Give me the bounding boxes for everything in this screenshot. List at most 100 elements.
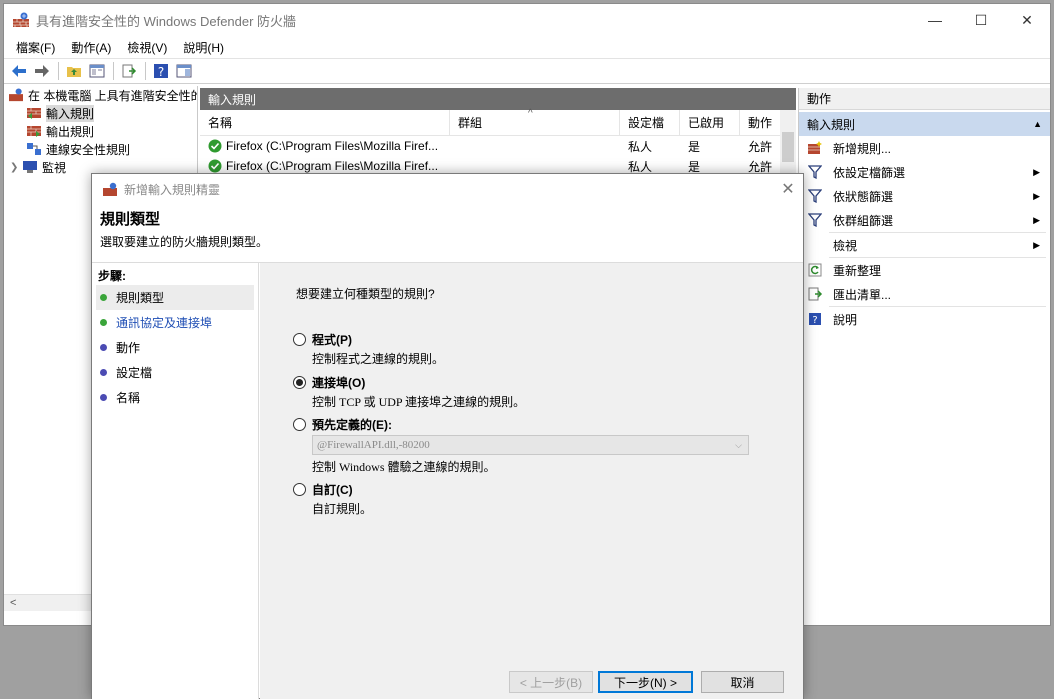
wizard-subheading: 選取要建立的防火牆規則類型。: [100, 235, 269, 249]
tree-item-label: 連線安全性規則: [46, 142, 131, 157]
help-icon: ?: [154, 64, 168, 79]
radio-port[interactable]: [293, 376, 306, 389]
column-header-name[interactable]: 名稱: [200, 110, 450, 135]
tree-item-outbound-rules[interactable]: 輸出規則: [4, 122, 197, 140]
back-button[interactable]: [8, 60, 30, 82]
tree-root[interactable]: 在 本機電腦 上具有進階安全性的: [4, 86, 197, 104]
menu-file[interactable]: 檔案(F): [8, 39, 63, 56]
tree-item-connection-security[interactable]: 連線安全性規則: [4, 140, 197, 158]
menu-action[interactable]: 動作(A): [63, 39, 119, 56]
action-new-rule[interactable]: 新增規則...: [799, 136, 1050, 160]
back-step-button[interactable]: < 上一步(B): [509, 671, 593, 693]
forward-arrow-icon: [35, 65, 49, 77]
window-title: 具有進階安全性的 Windows Defender 防火牆: [36, 13, 297, 29]
column-header-profile[interactable]: 設定檔: [620, 110, 680, 135]
action-help[interactable]: ? 說明: [799, 307, 1050, 331]
option-custom[interactable]: 自訂(C) 自訂規則。: [293, 481, 372, 517]
scroll-thumb[interactable]: [782, 132, 794, 162]
rule-profile: 私人: [628, 139, 653, 154]
step-protocol-and-ports[interactable]: 通訊協定及連接埠: [96, 310, 254, 335]
column-header-action[interactable]: 動作: [740, 110, 780, 135]
action-filter-by-group[interactable]: 依群組篩選 ▶: [799, 208, 1050, 232]
action-export-list[interactable]: 匯出清單...: [799, 282, 1050, 306]
collapse-up-icon[interactable]: ▲: [1033, 119, 1042, 129]
option-description: 控制 Windows 體驗之連線的規則。: [312, 460, 496, 474]
step-label[interactable]: 通訊協定及連接埠: [116, 314, 212, 331]
up-folder-button[interactable]: [63, 60, 85, 82]
rule-enabled: 是: [688, 139, 701, 154]
menu-view[interactable]: 檢視(V): [119, 39, 175, 56]
action-label: 檢視: [833, 238, 858, 253]
option-predefined-desc-wrap: 控制 Windows 體驗之連線的規則。: [293, 456, 496, 475]
actions-header: 動作: [799, 88, 1050, 110]
show-hide-tree-button[interactable]: [86, 60, 108, 82]
forward-button[interactable]: [31, 60, 53, 82]
option-program[interactable]: 程式(P) 控制程式之連線的規則。: [293, 331, 444, 367]
radio-predefined[interactable]: [293, 418, 306, 431]
svg-text:?: ?: [812, 315, 817, 326]
action-label: 匯出清單...: [833, 287, 892, 302]
column-header-group[interactable]: 群組 ^: [450, 108, 620, 135]
close-button[interactable]: ✕: [1004, 4, 1050, 36]
column-header-label: 群組: [458, 116, 483, 130]
tree-item-inbound-rules[interactable]: 輸入規則: [4, 104, 197, 122]
actions-section-inbound-rules[interactable]: 輸入規則 ▲: [799, 112, 1050, 136]
column-header-enabled[interactable]: 已啟用: [680, 110, 740, 135]
wizard-header: 規則類型 選取要建立的防火牆規則類型。: [92, 204, 803, 263]
wizard-content: 想要建立何種類型的規則? 程式(P) 控制程式之連線的規則。 連接埠(O) 控制…: [260, 263, 803, 699]
table-row[interactable]: Firefox (C:\Program Files\Mozilla Firef.…: [200, 136, 796, 156]
rule-type-question: 想要建立何種類型的規則?: [296, 287, 435, 301]
firewall-icon: [13, 12, 29, 27]
step-pending-dot-icon: [100, 369, 107, 376]
cancel-button[interactable]: 取消: [701, 671, 784, 693]
option-predefined[interactable]: 預先定義的(E):: [293, 416, 392, 433]
radio-custom[interactable]: [293, 483, 306, 496]
svg-text:?: ?: [158, 65, 164, 79]
show-action-pane-button[interactable]: [173, 60, 195, 82]
back-arrow-icon: [12, 65, 26, 77]
step-label: 設定檔: [116, 366, 153, 380]
action-refresh[interactable]: 重新整理: [799, 258, 1050, 282]
step-label: 名稱: [116, 391, 141, 405]
step-pending-dot-icon: [100, 394, 107, 401]
option-description: 自訂規則。: [312, 502, 373, 516]
next-step-button[interactable]: 下一步(N) >: [598, 671, 693, 693]
maximize-button[interactable]: ☐: [958, 4, 1004, 36]
filter-icon: [807, 212, 823, 228]
tree-item-label: 輸出規則: [46, 124, 95, 139]
chevron-down-icon: ⌵: [735, 439, 742, 450]
action-view[interactable]: 檢視 ▶: [799, 233, 1050, 257]
step-profile: 設定檔: [96, 360, 254, 385]
option-label: 預先定義的(E):: [312, 418, 392, 432]
radio-program[interactable]: [293, 333, 306, 346]
rule-name: Firefox (C:\Program Files\Mozilla Firef.…: [226, 139, 439, 153]
step-label: 規則類型: [116, 291, 165, 305]
help-icon: ?: [807, 311, 823, 327]
action-filter-by-profile[interactable]: 依設定檔篩選 ▶: [799, 160, 1050, 184]
help-button[interactable]: ?: [150, 60, 172, 82]
action-label: 新增規則...: [833, 141, 892, 156]
steps-title: 步驟:: [98, 269, 126, 283]
scroll-left-icon[interactable]: <: [10, 597, 16, 609]
option-label: 連接埠(O): [312, 376, 366, 390]
predefined-rule-value: @FirewallAPI.dll,-80200: [317, 439, 430, 451]
new-rule-icon: [807, 140, 823, 156]
tree-item-label: 監視: [42, 160, 67, 175]
option-port[interactable]: 連接埠(O) 控制 TCP 或 UDP 連接埠之連線的規則。: [293, 374, 525, 410]
option-description: 控制 TCP 或 UDP 連接埠之連線的規則。: [312, 395, 526, 409]
toolbar-separator: [145, 62, 146, 80]
action-filter-by-state[interactable]: 依狀態篩選 ▶: [799, 184, 1050, 208]
option-label: 程式(P): [312, 333, 352, 347]
step-name: 名稱: [96, 385, 254, 410]
minimize-button[interactable]: —: [912, 4, 958, 36]
tree-root-label: 在 本機電腦 上具有進階安全性的: [28, 88, 197, 103]
export-list-button[interactable]: [118, 60, 140, 82]
menu-help[interactable]: 說明(H): [175, 39, 232, 56]
dialog-close-button[interactable]: ✕: [773, 179, 803, 199]
action-label: 依群組篩選: [833, 213, 894, 228]
export-icon: [122, 64, 137, 78]
filter-icon: [807, 164, 823, 180]
expand-chevron-icon[interactable]: ❯: [10, 162, 22, 173]
predefined-rule-dropdown[interactable]: @FirewallAPI.dll,-80200 ⌵: [312, 435, 749, 455]
firewall-icon: [103, 182, 117, 196]
